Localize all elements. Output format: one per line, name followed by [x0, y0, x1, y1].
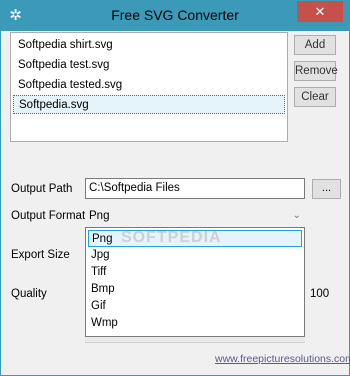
app-window: ✲ Free SVG Converter ✕ Softpedia shirt.s… [0, 0, 350, 376]
list-item[interactable]: Softpedia test.svg [11, 56, 287, 75]
quality-value: 100 [310, 288, 330, 300]
obscured-control [85, 337, 305, 343]
browse-button[interactable]: ... [312, 179, 341, 199]
quality-label: Quality [11, 288, 47, 300]
list-item[interactable]: Softpedia.svg [13, 95, 285, 114]
file-list[interactable]: Softpedia shirt.svg Softpedia test.svg S… [10, 32, 288, 142]
output-path-field[interactable]: C:\Softpedia Files [85, 178, 305, 199]
remove-button[interactable]: Remove [294, 61, 338, 81]
close-button[interactable]: ✕ [297, 1, 343, 22]
format-option[interactable]: Gif [86, 298, 304, 315]
add-button[interactable]: Add [294, 35, 336, 55]
format-option[interactable]: Tiff [86, 264, 304, 281]
format-option[interactable]: Bmp [86, 281, 304, 298]
output-format-select[interactable]: Png ⌄ [85, 205, 305, 227]
watermark: SOFTPEDIA [121, 229, 222, 246]
format-option[interactable]: Wmp [86, 315, 304, 332]
format-option[interactable]: Jpg [86, 247, 304, 264]
list-item[interactable]: Softpedia tested.svg [11, 76, 287, 95]
output-format-label: Output Format [11, 210, 86, 222]
website-link[interactable]: www.freepicturesolutions.com [215, 353, 350, 365]
format-selected-value: Png [89, 210, 110, 222]
title-bar[interactable]: ✲ Free SVG Converter ✕ [1, 1, 349, 31]
chevron-down-icon[interactable]: ⌄ [293, 205, 301, 227]
list-item[interactable]: Softpedia shirt.svg [11, 36, 287, 55]
output-path-label: Output Path [11, 183, 73, 195]
clear-button[interactable]: Clear [294, 87, 336, 107]
export-size-label: Export Size [11, 249, 70, 261]
